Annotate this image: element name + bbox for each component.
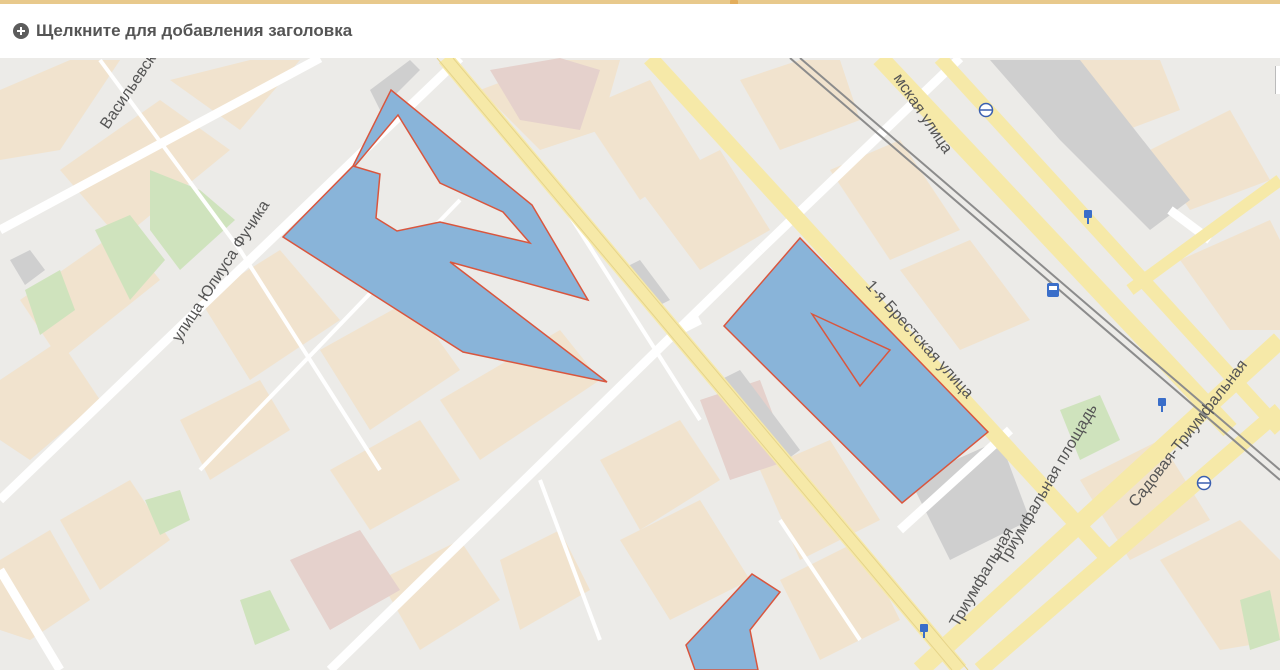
map-view[interactable]: Васильевск улица Юлиуса Фучика мская ули… — [0, 58, 1280, 670]
tram-icon[interactable] — [1047, 283, 1059, 297]
add-title-button[interactable]: Щелкните для добавления заголовка — [13, 21, 352, 41]
header-bar: Щелкните для добавления заголовка — [0, 4, 1280, 58]
plus-circle-icon — [13, 23, 29, 39]
map-canvas[interactable]: Васильевск улица Юлиуса Фучика мская ули… — [0, 58, 1280, 670]
metro-icon[interactable] — [978, 102, 994, 118]
metro-icon[interactable] — [1196, 475, 1212, 491]
add-title-label: Щелкните для добавления заголовка — [36, 21, 353, 40]
scrollbar-edge[interactable] — [1275, 66, 1280, 94]
